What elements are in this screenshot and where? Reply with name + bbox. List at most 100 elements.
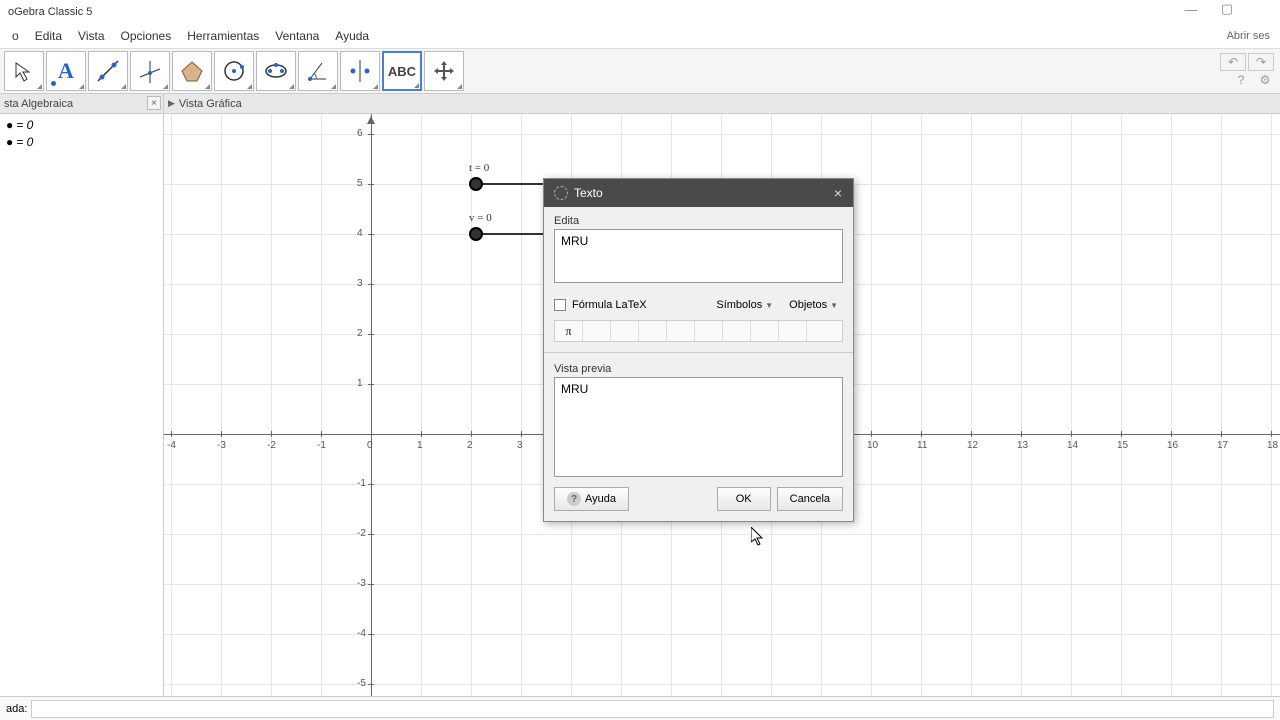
preview-label: Vista previa	[554, 363, 843, 375]
settings-icon[interactable]: ⚙	[1256, 73, 1274, 87]
x-tick-label: 16	[1167, 440, 1178, 451]
tool-reflect[interactable]	[340, 51, 380, 91]
dialog-titlebar[interactable]: Texto ×	[544, 179, 853, 207]
window-title: oGebra Classic 5	[8, 6, 92, 18]
y-tick-label: -5	[357, 678, 366, 689]
x-tick-label: 14	[1067, 440, 1078, 451]
dialog-close-button[interactable]: ×	[829, 184, 847, 202]
cancel-button[interactable]: Cancela	[777, 487, 843, 511]
y-tick-label: 1	[357, 378, 363, 389]
menu-tools[interactable]: Herramientas	[179, 27, 267, 45]
objects-dropdown[interactable]: Objetos▼	[784, 296, 843, 314]
tool-circle[interactable]	[214, 51, 254, 91]
y-tick-label: 3	[357, 278, 363, 289]
y-tick-label: 4	[357, 228, 363, 239]
y-tick-label: -2	[357, 528, 366, 539]
slider-handle[interactable]	[469, 177, 483, 191]
slider-label: v = 0	[469, 212, 492, 224]
tool-line[interactable]	[88, 51, 128, 91]
menu-view[interactable]: Vista	[70, 27, 112, 45]
symbol-cell[interactable]	[695, 321, 723, 341]
tool-angle[interactable]	[298, 51, 338, 91]
x-tick-label: 13	[1017, 440, 1028, 451]
tool-point[interactable]: A	[46, 51, 86, 91]
text-edit-input[interactable]	[554, 229, 843, 283]
x-tick-label: 11	[917, 440, 927, 451]
menu-help[interactable]: Ayuda	[327, 27, 377, 45]
menu-file[interactable]: o	[4, 27, 27, 45]
symbol-palette: π	[554, 320, 843, 342]
x-tick-label: 1	[417, 440, 423, 451]
edit-label: Edita	[554, 215, 843, 227]
symbols-dropdown[interactable]: Símbolos▼	[711, 296, 778, 314]
latex-checkbox[interactable]	[554, 299, 566, 311]
menu-window[interactable]: Ventana	[267, 27, 327, 45]
y-tick-label: -1	[357, 478, 366, 489]
input-bar-label: ada:	[6, 703, 27, 715]
dialog-icon	[554, 186, 568, 200]
algebra-title: sta Algebraica	[4, 98, 73, 110]
x-tick-label: 2	[467, 440, 473, 451]
graphics-header[interactable]: ▶ Vista Gráfica	[164, 94, 1280, 114]
symbol-cell[interactable]	[611, 321, 639, 341]
x-tick-label: -1	[317, 440, 326, 451]
algebra-panel: sta Algebraica × ● = 0 ● = 0	[0, 94, 164, 696]
y-tick-label: 6	[357, 128, 363, 139]
graphics-title: Vista Gráfica	[179, 98, 242, 110]
symbol-cell[interactable]	[639, 321, 667, 341]
x-tick-label: -2	[267, 440, 276, 451]
menu-options[interactable]: Opciones	[113, 27, 180, 45]
undo-button[interactable]: ↶	[1220, 53, 1246, 71]
symbol-cell[interactable]	[807, 321, 835, 341]
titlebar: oGebra Classic 5 — ▢	[0, 0, 1280, 24]
y-tick-label: -3	[357, 578, 366, 589]
algebra-header: sta Algebraica ×	[0, 94, 163, 114]
tool-polygon[interactable]	[172, 51, 212, 91]
x-tick-label: -4	[167, 440, 176, 451]
symbol-cell[interactable]	[723, 321, 751, 341]
algebra-item[interactable]: ● = 0	[6, 118, 157, 133]
x-tick-label: 15	[1117, 440, 1128, 451]
algebra-close-button[interactable]: ×	[147, 96, 161, 110]
help-icon[interactable]: ?	[1232, 73, 1250, 87]
expand-icon[interactable]: ▶	[168, 98, 175, 109]
x-tick-label: 12	[967, 440, 978, 451]
x-tick-label: 0	[367, 440, 373, 451]
maximize-icon[interactable]: ▢	[1218, 2, 1236, 16]
slider-handle[interactable]	[469, 227, 483, 241]
x-tick-label: 18	[1267, 440, 1278, 451]
redo-button[interactable]: ↷	[1248, 53, 1274, 71]
toolbar: A ABC ↶ ↷ ? ⚙	[0, 48, 1280, 94]
tool-move-view[interactable]	[424, 51, 464, 91]
tool-move[interactable]	[4, 51, 44, 91]
slider-label: t = 0	[469, 162, 489, 174]
y-tick-label: -4	[357, 628, 366, 639]
preview-box: MRU	[554, 377, 843, 477]
text-dialog: Texto × Edita Fórmula LaTeX Símbolos▼ Ob…	[543, 178, 854, 522]
latex-label[interactable]: Fórmula LaTeX	[572, 299, 647, 311]
y-tick-label: 5	[357, 178, 363, 189]
minimize-icon[interactable]: —	[1182, 2, 1200, 16]
input-bar: ada:	[0, 696, 1280, 720]
tool-text[interactable]: ABC	[382, 51, 422, 91]
algebra-item[interactable]: ● = 0	[6, 135, 157, 150]
ok-button[interactable]: OK	[717, 487, 771, 511]
help-button[interactable]: ?Ayuda	[554, 487, 629, 511]
question-icon: ?	[567, 492, 581, 506]
session-hint[interactable]: Abrir ses	[1227, 30, 1276, 42]
menu-edit[interactable]: Edita	[27, 27, 70, 45]
symbol-cell[interactable]	[667, 321, 695, 341]
x-tick-label: 10	[867, 440, 878, 451]
tool-conic[interactable]	[256, 51, 296, 91]
symbol-cell[interactable]	[779, 321, 807, 341]
x-tick-label: 17	[1217, 440, 1228, 451]
y-tick-label: 2	[357, 328, 363, 339]
dialog-title-label: Texto	[574, 186, 603, 200]
input-bar-field[interactable]	[31, 700, 1274, 718]
x-tick-label: 3	[517, 440, 523, 451]
symbol-pi[interactable]: π	[555, 321, 583, 341]
tool-perpendicular[interactable]	[130, 51, 170, 91]
menubar: o Edita Vista Opciones Herramientas Vent…	[0, 24, 1280, 48]
symbol-cell[interactable]	[583, 321, 611, 341]
symbol-cell[interactable]	[751, 321, 779, 341]
